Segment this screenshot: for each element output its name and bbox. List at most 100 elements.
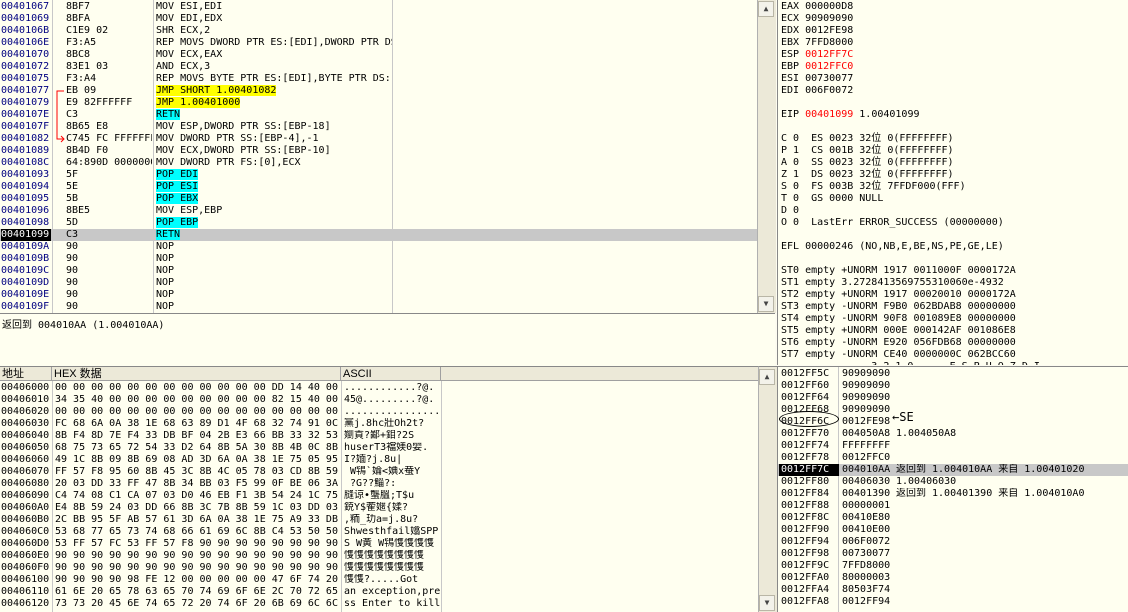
register-line[interactable]: ST6 empty -UNORM E920 056FDB68 00000000 [778, 337, 1128, 349]
dump-scrollbar[interactable]: ▲ ▼ [758, 366, 777, 612]
dump-scroll-up-button[interactable]: ▲ [759, 369, 775, 385]
stack-row[interactable]: 0012FF98 00730077 [778, 548, 1128, 560]
disasm-row[interactable]: 00401067 8BF7 MOV ESI,EDI [0, 1, 757, 13]
dump-row[interactable]: 00406080 20 03 DD 33 FF 47 8B 34 BB 03 F5… [0, 478, 758, 490]
disasm-row[interactable]: 0040109B 90 NOP [0, 253, 757, 265]
register-line[interactable]: A 0 SS 0023 32位 0(FFFFFFFF) [778, 157, 1128, 169]
register-line[interactable]: Z 1 DS 0023 32位 0(FFFFFFFF) [778, 169, 1128, 181]
disasm-row[interactable]: 00401079 E9 82FFFFFF JMP 1.00401000 [0, 97, 757, 109]
dump-row[interactable]: 00406010 34 35 40 00 00 00 00 00 00 00 00… [0, 394, 758, 406]
register-line[interactable]: EBX 7FFD8000 [778, 37, 1128, 49]
dump-scroll-down-button[interactable]: ▼ [759, 595, 775, 611]
dump-header-ascii[interactable]: ASCII [341, 367, 441, 381]
register-line[interactable]: ST3 empty -UNORM F9B0 062BDAB8 00000000 [778, 301, 1128, 313]
disasm-row[interactable]: 0040106B C1E9 02 SHR ECX,2 [0, 25, 757, 37]
disasm-row[interactable]: 00401075 F3:A4 REP MOVS BYTE PTR ES:[EDI],… [0, 73, 757, 85]
stack-row[interactable]: 0012FF90 00410E00 [778, 524, 1128, 536]
dump-row[interactable]: 00406100 90 90 90 90 98 FE 12 00 00 00 00… [0, 574, 758, 586]
dump-row[interactable]: 004060E0 90 90 90 90 90 90 90 90 90 90 90… [0, 550, 758, 562]
register-line[interactable]: ECX 90909090 [778, 13, 1128, 25]
dump-row[interactable]: 00406030 FC 68 6A 0A 38 1E 68 63 89 D1 4F… [0, 418, 758, 430]
disasm-row[interactable]: 00401070 8BC8 MOV ECX,EAX [0, 49, 757, 61]
disasm-row[interactable]: 00401069 8BFA MOV EDI,EDX [0, 13, 757, 25]
dump-row[interactable]: 00406040 8B F4 8D 7E F4 33 DB BF 04 2B E3… [0, 430, 758, 442]
register-line[interactable]: EAX 000000D8 [778, 1, 1128, 13]
stack-row[interactable]: 0012FF70 004050A8 1.004050A8 [778, 428, 1128, 440]
register-line[interactable]: O 0 LastErr ERROR_SUCCESS (00000000) [778, 217, 1128, 229]
disasm-row[interactable]: 00401089 8B4D F0 MOV ECX,DWORD PTR SS:[EBP… [0, 145, 757, 157]
register-line[interactable]: ST4 empty -UNORM 90F8 001089E8 00000000 [778, 313, 1128, 325]
disasm-row[interactable]: 00401082 C745 FC FFFFFFF MOV DWORD PTR SS:… [0, 133, 757, 145]
register-line[interactable]: ESI 00730077 [778, 73, 1128, 85]
register-line[interactable]: ST7 empty -UNORM CE40 0000000C 062BCC60 [778, 349, 1128, 361]
stack-row[interactable]: 0012FFA4 80503F74 [778, 584, 1128, 596]
stack-row[interactable]: 0012FF64 90909090 [778, 392, 1128, 404]
registers-pane[interactable]: EAX 000000D8 ECX 90909090 EDX 0012FE98 EBX … [777, 0, 1128, 365]
dump-row[interactable]: 004060B0 2C BB 95 5F AB 57 61 3D 6A 0A 38… [0, 514, 758, 526]
stack-row[interactable]: 0012FF9C 7FFD8000 [778, 560, 1128, 572]
register-line[interactable]: C 0 ES 0023 32位 0(FFFFFFFF) [778, 133, 1128, 145]
disasm-row[interactable]: 0040108C 64:890D 0000000 MOV DWORD PTR FS:… [0, 157, 757, 169]
disasm-row[interactable]: 00401095 5B POP EBX [0, 193, 757, 205]
disasm-row[interactable]: 0040109A 90 NOP [0, 241, 757, 253]
register-line[interactable]: S 0 FS 003B 32位 7FFDF000(FFF) [778, 181, 1128, 193]
dump-row[interactable]: 00406060 49 1C 8B 09 8B 69 08 AD 3D 6A 0A… [0, 454, 758, 466]
dump-row[interactable]: 00406120 73 73 20 45 6E 74 65 72 20 74 6F… [0, 598, 758, 610]
disasm-row[interactable]: 00401094 5E POP ESI [0, 181, 757, 193]
stack-pane[interactable]: 0012FF5C 90909090 0012FF60 90909090 0012FF64… [777, 366, 1128, 612]
stack-row[interactable]: 0012FF5C 90909090 [778, 368, 1128, 380]
disassembly-scrollbar[interactable]: ▲ ▼ [757, 0, 776, 313]
dump-row[interactable]: 00406070 FF 57 F8 95 60 8B 45 3C 8B 4C 05… [0, 466, 758, 478]
disasm-row[interactable]: 0040106E F3:A5 REP MOVS DWORD PTR ES:[EDI]… [0, 37, 757, 49]
dump-row[interactable]: 00406000 00 00 00 00 00 00 00 00 00 00 00… [0, 382, 758, 394]
scroll-down-button[interactable]: ▼ [758, 296, 774, 312]
stack-row[interactable]: 0012FF60 90909090 [778, 380, 1128, 392]
register-line[interactable]: EIP 00401099 1.00401099 [778, 109, 1128, 121]
stack-row[interactable]: 0012FF88 00000001 [778, 500, 1128, 512]
register-line[interactable]: ST2 empty +UNORM 1917 00020010 0000172A [778, 289, 1128, 301]
stack-row[interactable]: 0012FFA8 0012FF94 [778, 596, 1128, 608]
disasm-row[interactable]: 0040109F 90 NOP [0, 301, 757, 313]
register-line[interactable]: D 0 [778, 205, 1128, 217]
stack-row[interactable]: 0012FF94 006F0072 [778, 536, 1128, 548]
stack-row[interactable]: 0012FF78 0012FFC0 [778, 452, 1128, 464]
register-line[interactable]: ESP 0012FF7C [778, 49, 1128, 61]
register-line[interactable]: T 0 GS 0000 NULL [778, 193, 1128, 205]
disasm-row[interactable]: 0040109D 90 NOP [0, 277, 757, 289]
register-line[interactable]: ST5 empty +UNORM 000E 000142AF 001086E8 [778, 325, 1128, 337]
register-line[interactable]: EDI 006F0072 [778, 85, 1128, 97]
dump-row[interactable]: 004060D0 53 FF 57 FC 53 FF 57 F8 90 90 90… [0, 538, 758, 550]
dump-row[interactable]: 004060A0 E4 8B 59 24 03 DD 66 8B 3C 7B 8B… [0, 502, 758, 514]
scroll-up-button[interactable]: ▲ [758, 1, 774, 17]
disasm-row[interactable]: 00401072 83E1 03 AND ECX,3 [0, 61, 757, 73]
register-line[interactable]: EDX 0012FE98 [778, 25, 1128, 37]
register-line[interactable] [778, 253, 1128, 265]
disasm-row[interactable]: 00401093 5F POP EDI [0, 169, 757, 181]
disasm-row[interactable]: 0040109C 90 NOP [0, 265, 757, 277]
hex-dump-pane[interactable]: 地址 HEX 数据 ASCII 00406000 00 00 00 00 00 0… [0, 366, 758, 612]
register-line[interactable]: 3 2 1 0 E S P U O Z D I [778, 361, 1128, 365]
disasm-row[interactable]: 0040107F 8B65 E8 MOV ESP,DWORD PTR SS:[EBP… [0, 121, 757, 133]
disasm-row[interactable]: 00401099 C3 RETN [0, 229, 757, 241]
register-line[interactable] [778, 121, 1128, 133]
stack-row[interactable]: 0012FFA0 80000003 [778, 572, 1128, 584]
stack-row[interactable]: 0012FF8C 00410E80 [778, 512, 1128, 524]
disasm-row[interactable]: 00401096 8BE5 MOV ESP,EBP [0, 205, 757, 217]
register-line[interactable]: EBP 0012FFC0 [778, 61, 1128, 73]
dump-header-address[interactable]: 地址 [0, 367, 52, 381]
register-line[interactable] [778, 97, 1128, 109]
stack-row[interactable]: 0012FF7C 004010AA 返回到 1.004010AA 来自 1.0040… [778, 464, 1128, 476]
stack-row[interactable]: 0012FF84 00401390 返回到 1.00401390 来自 1.0040… [778, 488, 1128, 500]
register-line[interactable]: ST1 empty 3.2728413569755310060e-4932 [778, 277, 1128, 289]
dump-row[interactable]: 004060F0 90 90 90 90 90 90 90 90 90 90 90… [0, 562, 758, 574]
dump-row[interactable]: 004060C0 53 68 77 65 73 74 68 66 61 69 6C… [0, 526, 758, 538]
disasm-row[interactable]: 00401098 5D POP EBP [0, 217, 757, 229]
register-line[interactable] [778, 229, 1128, 241]
dump-row[interactable]: 00406090 C4 74 08 C1 CA 07 03 D0 46 EB F1… [0, 490, 758, 502]
disasm-row[interactable]: 0040107E C3 RETN [0, 109, 757, 121]
disassembly-pane[interactable]: 00401067 8BF7 MOV ESI,EDI 00401069 8BFA MOV E… [0, 0, 757, 313]
register-line[interactable]: P 1 CS 001B 32位 0(FFFFFFFF) [778, 145, 1128, 157]
register-line[interactable]: EFL 00000246 (NO,NB,E,BE,NS,PE,GE,LE) [778, 241, 1128, 253]
disasm-row[interactable]: 0040109E 90 NOP [0, 289, 757, 301]
register-line[interactable]: ST0 empty +UNORM 1917 0011000F 0000172A [778, 265, 1128, 277]
